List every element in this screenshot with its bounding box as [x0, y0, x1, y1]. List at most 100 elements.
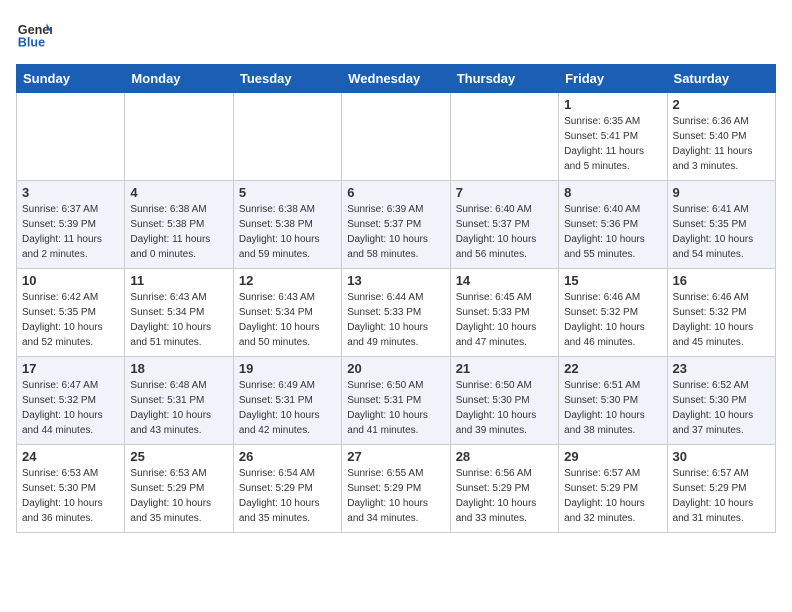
calendar-cell: 22 Sunrise: 6:51 AM Sunset: 5:30 PM Dayli… — [559, 357, 667, 445]
calendar-week-row: 10 Sunrise: 6:42 AM Sunset: 5:35 PM Dayli… — [17, 269, 776, 357]
day-number: 20 — [347, 361, 444, 376]
calendar-week-row: 3 Sunrise: 6:37 AM Sunset: 5:39 PM Daylig… — [17, 181, 776, 269]
day-info: Sunrise: 6:48 AM Sunset: 5:31 PM Dayligh… — [130, 378, 227, 438]
calendar-cell: 27 Sunrise: 6:55 AM Sunset: 5:29 PM Dayli… — [342, 445, 450, 533]
day-number: 18 — [130, 361, 227, 376]
calendar-cell: 23 Sunrise: 6:52 AM Sunset: 5:30 PM Dayli… — [667, 357, 775, 445]
day-number: 19 — [239, 361, 336, 376]
day-number: 3 — [22, 185, 119, 200]
header-day: Thursday — [450, 65, 558, 93]
day-info: Sunrise: 6:57 AM Sunset: 5:29 PM Dayligh… — [673, 466, 770, 526]
day-info: Sunrise: 6:37 AM Sunset: 5:39 PM Dayligh… — [22, 202, 119, 262]
calendar-cell: 2 Sunrise: 6:36 AM Sunset: 5:40 PM Daylig… — [667, 93, 775, 181]
day-info: Sunrise: 6:47 AM Sunset: 5:32 PM Dayligh… — [22, 378, 119, 438]
calendar-cell: 13Sunrise: 6:44 AM Sunset: 5:33 PM Dayli… — [342, 269, 450, 357]
day-number: 17 — [22, 361, 119, 376]
day-number: 4 — [130, 185, 227, 200]
day-number: 7 — [456, 185, 553, 200]
day-number: 29 — [564, 449, 661, 464]
day-number: 1 — [564, 97, 661, 112]
header-day: Wednesday — [342, 65, 450, 93]
calendar-cell: 11 Sunrise: 6:43 AM Sunset: 5:34 PM Dayli… — [125, 269, 233, 357]
day-info: Sunrise: 6:56 AM Sunset: 5:29 PM Dayligh… — [456, 466, 553, 526]
calendar-cell: 14 Sunrise: 6:45 AM Sunset: 5:33 PM Dayli… — [450, 269, 558, 357]
calendar-cell: 19 Sunrise: 6:49 AM Sunset: 5:31 PM Dayli… — [233, 357, 341, 445]
day-number: 11 — [130, 273, 227, 288]
day-info: Sunrise: 6:45 AM Sunset: 5:33 PM Dayligh… — [456, 290, 553, 350]
calendar-cell: 16Sunrise: 6:46 AM Sunset: 5:32 PM Dayli… — [667, 269, 775, 357]
day-number: 14 — [456, 273, 553, 288]
day-number: 9 — [673, 185, 770, 200]
header-day: Monday — [125, 65, 233, 93]
header-day: Saturday — [667, 65, 775, 93]
day-info: Sunrise: 6:51 AM Sunset: 5:30 PM Dayligh… — [564, 378, 661, 438]
day-info: Sunrise: 6:39 AM Sunset: 5:37 PM Dayligh… — [347, 202, 444, 262]
calendar-body: 1 Sunrise: 6:35 AM Sunset: 5:41 PM Daylig… — [17, 93, 776, 533]
day-info: Sunrise: 6:35 AM Sunset: 5:41 PM Dayligh… — [564, 114, 661, 174]
day-info: Sunrise: 6:42 AM Sunset: 5:35 PM Dayligh… — [22, 290, 119, 350]
calendar-header: SundayMondayTuesdayWednesdayThursdayFrid… — [17, 65, 776, 93]
day-info: Sunrise: 6:43 AM Sunset: 5:34 PM Dayligh… — [130, 290, 227, 350]
calendar-cell: 6 Sunrise: 6:39 AM Sunset: 5:37 PM Daylig… — [342, 181, 450, 269]
day-info: Sunrise: 6:36 AM Sunset: 5:40 PM Dayligh… — [673, 114, 770, 174]
header: General Blue — [16, 16, 776, 52]
calendar-cell: 4 Sunrise: 6:38 AM Sunset: 5:38 PM Daylig… — [125, 181, 233, 269]
calendar-cell: 25 Sunrise: 6:53 AM Sunset: 5:29 PM Dayli… — [125, 445, 233, 533]
day-info: Sunrise: 6:46 AM Sunset: 5:32 PM Dayligh… — [673, 290, 770, 350]
day-info: Sunrise: 6:46 AM Sunset: 5:32 PM Dayligh… — [564, 290, 661, 350]
calendar-week-row: 24 Sunrise: 6:53 AM Sunset: 5:30 PM Dayli… — [17, 445, 776, 533]
day-number: 5 — [239, 185, 336, 200]
calendar-cell — [17, 93, 125, 181]
day-number: 27 — [347, 449, 444, 464]
calendar-cell: 26Sunrise: 6:54 AM Sunset: 5:29 PM Dayli… — [233, 445, 341, 533]
calendar-cell: 24 Sunrise: 6:53 AM Sunset: 5:30 PM Dayli… — [17, 445, 125, 533]
day-number: 26 — [239, 449, 336, 464]
day-number: 12 — [239, 273, 336, 288]
day-number: 2 — [673, 97, 770, 112]
day-info: Sunrise: 6:43 AM Sunset: 5:34 PM Dayligh… — [239, 290, 336, 350]
day-info: Sunrise: 6:50 AM Sunset: 5:31 PM Dayligh… — [347, 378, 444, 438]
day-number: 10 — [22, 273, 119, 288]
day-info: Sunrise: 6:38 AM Sunset: 5:38 PM Dayligh… — [239, 202, 336, 262]
day-info: Sunrise: 6:50 AM Sunset: 5:30 PM Dayligh… — [456, 378, 553, 438]
calendar-cell: 17 Sunrise: 6:47 AM Sunset: 5:32 PM Dayli… — [17, 357, 125, 445]
day-number: 24 — [22, 449, 119, 464]
calendar-cell: 18 Sunrise: 6:48 AM Sunset: 5:31 PM Dayli… — [125, 357, 233, 445]
calendar-cell: 9 Sunrise: 6:41 AM Sunset: 5:35 PM Daylig… — [667, 181, 775, 269]
day-number: 30 — [673, 449, 770, 464]
day-number: 21 — [456, 361, 553, 376]
svg-text:Blue: Blue — [18, 36, 45, 50]
calendar-cell: 15 Sunrise: 6:46 AM Sunset: 5:32 PM Dayli… — [559, 269, 667, 357]
calendar-cell: 21 Sunrise: 6:50 AM Sunset: 5:30 PM Dayli… — [450, 357, 558, 445]
logo-icon: General Blue — [16, 16, 52, 52]
calendar-week-row: 1 Sunrise: 6:35 AM Sunset: 5:41 PM Daylig… — [17, 93, 776, 181]
day-number: 6 — [347, 185, 444, 200]
day-number: 25 — [130, 449, 227, 464]
day-info: Sunrise: 6:53 AM Sunset: 5:29 PM Dayligh… — [130, 466, 227, 526]
day-info: Sunrise: 6:41 AM Sunset: 5:35 PM Dayligh… — [673, 202, 770, 262]
day-number: 23 — [673, 361, 770, 376]
day-info: Sunrise: 6:40 AM Sunset: 5:37 PM Dayligh… — [456, 202, 553, 262]
day-info: Sunrise: 6:49 AM Sunset: 5:31 PM Dayligh… — [239, 378, 336, 438]
day-info: Sunrise: 6:53 AM Sunset: 5:30 PM Dayligh… — [22, 466, 119, 526]
calendar-cell: 7 Sunrise: 6:40 AM Sunset: 5:37 PM Daylig… — [450, 181, 558, 269]
day-info: Sunrise: 6:52 AM Sunset: 5:30 PM Dayligh… — [673, 378, 770, 438]
calendar-cell: 1 Sunrise: 6:35 AM Sunset: 5:41 PM Daylig… — [559, 93, 667, 181]
day-number: 22 — [564, 361, 661, 376]
calendar-cell: 20 Sunrise: 6:50 AM Sunset: 5:31 PM Dayli… — [342, 357, 450, 445]
calendar-cell: 29 Sunrise: 6:57 AM Sunset: 5:29 PM Dayli… — [559, 445, 667, 533]
calendar-table: SundayMondayTuesdayWednesdayThursdayFrid… — [16, 64, 776, 533]
calendar-cell: 5 Sunrise: 6:38 AM Sunset: 5:38 PM Daylig… — [233, 181, 341, 269]
calendar-cell — [233, 93, 341, 181]
day-info: Sunrise: 6:57 AM Sunset: 5:29 PM Dayligh… — [564, 466, 661, 526]
header-row: SundayMondayTuesdayWednesdayThursdayFrid… — [17, 65, 776, 93]
day-info: Sunrise: 6:55 AM Sunset: 5:29 PM Dayligh… — [347, 466, 444, 526]
logo: General Blue — [16, 16, 56, 52]
day-number: 8 — [564, 185, 661, 200]
calendar-week-row: 17 Sunrise: 6:47 AM Sunset: 5:32 PM Dayli… — [17, 357, 776, 445]
day-info: Sunrise: 6:38 AM Sunset: 5:38 PM Dayligh… — [130, 202, 227, 262]
day-info: Sunrise: 6:40 AM Sunset: 5:36 PM Dayligh… — [564, 202, 661, 262]
day-number: 28 — [456, 449, 553, 464]
day-number: 13 — [347, 273, 444, 288]
day-number: 15 — [564, 273, 661, 288]
